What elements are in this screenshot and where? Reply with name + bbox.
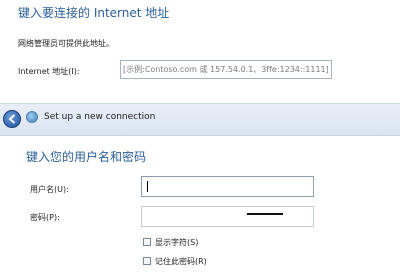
admin-note: 网络管理员可提供此地址。 xyxy=(18,39,114,48)
back-arrow-icon[interactable] xyxy=(3,110,21,128)
edge-fade xyxy=(310,136,400,274)
address-input[interactable]: [示例:Contoso.com 或 157.54.0.1、3ffe:1234::… xyxy=(120,60,332,79)
text-cursor xyxy=(147,181,148,192)
username-input[interactable] xyxy=(141,176,314,197)
show-chars-checkbox[interactable] xyxy=(143,238,151,246)
wizard-title: Set up a new connection xyxy=(44,112,156,122)
remember-password-label: 记住此密码(R) xyxy=(155,257,207,266)
network-globe-icon xyxy=(26,111,38,123)
show-chars-label: 显示字符(S) xyxy=(155,238,199,247)
address-placeholder: [示例:Contoso.com 或 157.54.0.1、3ffe:1234::… xyxy=(123,65,329,74)
password-input[interactable] xyxy=(141,206,314,227)
password-label: 密码(P): xyxy=(30,213,60,222)
username-label: 用户名(U): xyxy=(30,185,69,194)
address-label: Internet 地址(I): xyxy=(18,67,80,76)
page-heading-address: 键入要连接的 Internet 地址 xyxy=(18,6,170,20)
remember-password-checkbox[interactable] xyxy=(143,257,151,265)
page-heading-credentials: 键入您的用户名和密码 xyxy=(26,150,147,164)
password-mask xyxy=(247,213,283,215)
